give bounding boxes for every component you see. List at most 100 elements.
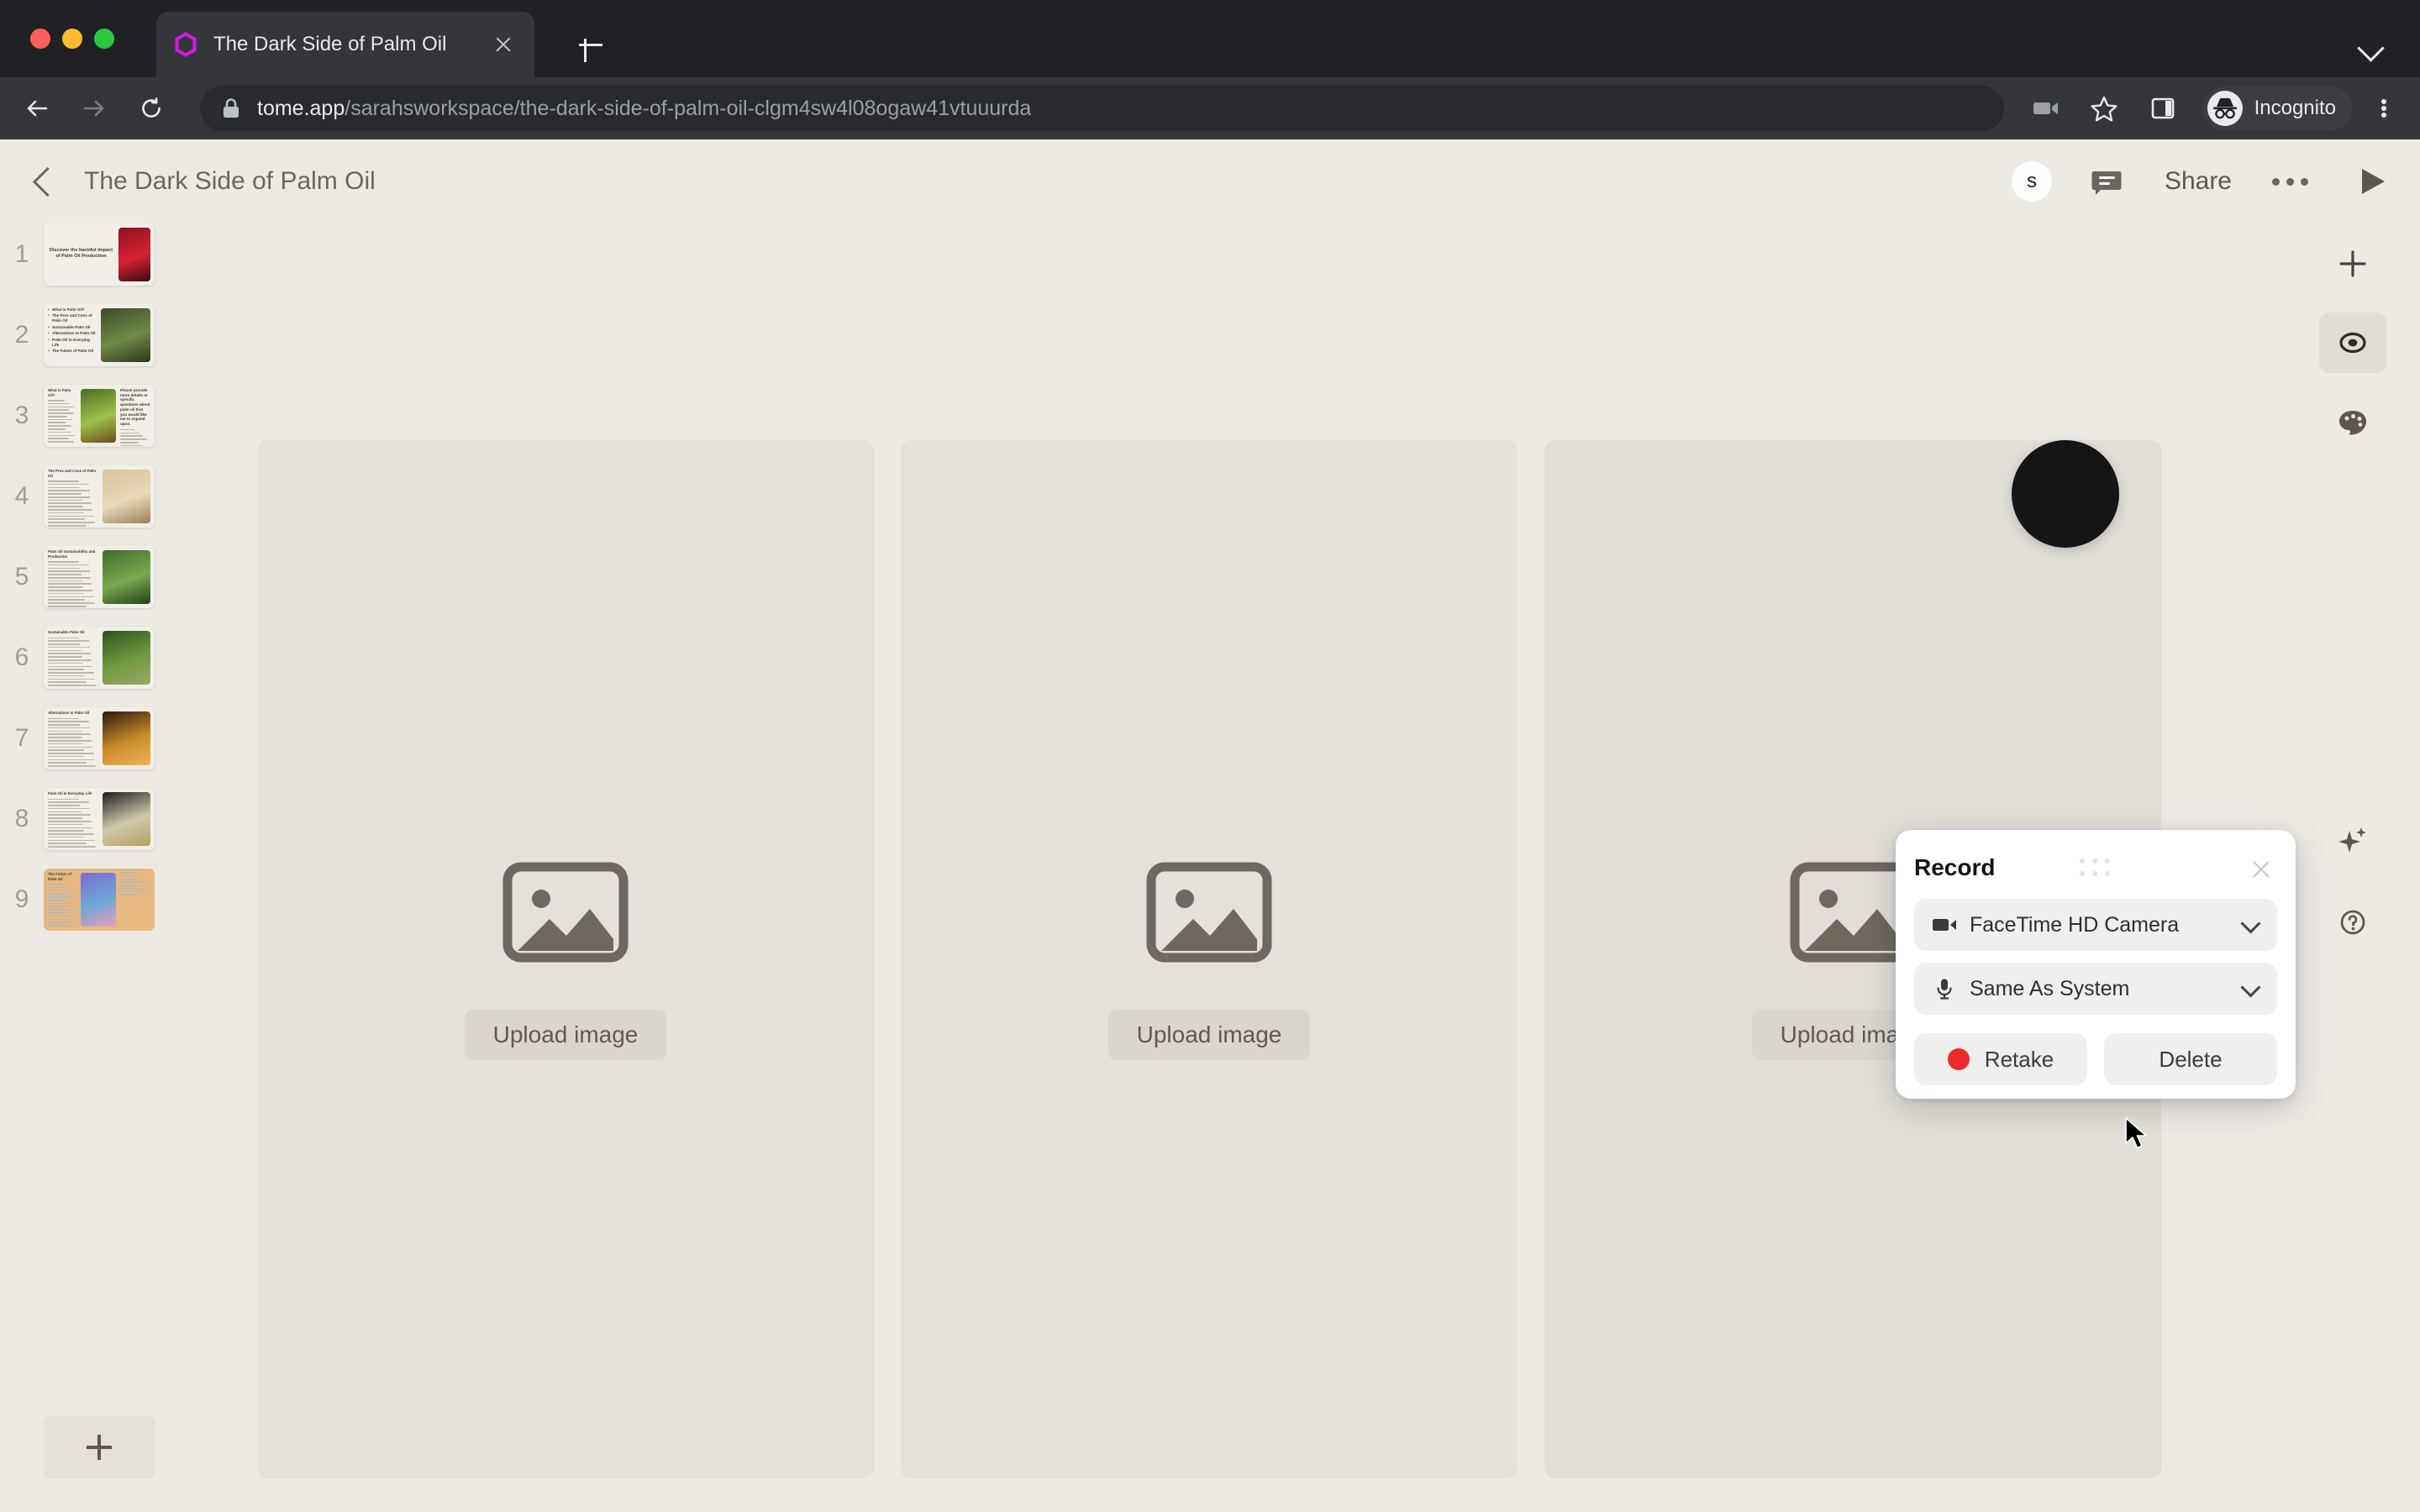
slide-number: 7 (14, 724, 29, 752)
side-panel-icon[interactable] (2144, 89, 2182, 128)
close-icon[interactable] (489, 30, 518, 59)
star-icon[interactable] (2085, 89, 2123, 128)
retake-button[interactable]: Retake (1914, 1033, 2087, 1085)
thumb-text: The Pros and Cons of Palm Oil (44, 465, 103, 528)
plus-icon[interactable] (2319, 234, 2386, 294)
thumb-text: Alternatives to Palm Oil (44, 707, 103, 769)
tab-strip: The Dark Side of Palm Oil (0, 0, 2420, 77)
slide-filmstrip[interactable]: 1 Discover the harmful impact of Palm Oil… (0, 223, 185, 1512)
video-recording-bubble[interactable] (2012, 440, 2119, 548)
slide-number: 2 (14, 321, 29, 349)
comment-icon[interactable] (2087, 162, 2126, 201)
slide-number: 9 (14, 885, 29, 913)
drag-handle-icon[interactable] (2080, 858, 2112, 878)
thumb-text-left: The Future of Palm Oil (44, 869, 81, 931)
chevron-down-icon[interactable] (2353, 27, 2388, 62)
audio-select-value: Same As System (1970, 976, 2130, 1000)
slide-thumbnail[interactable]: Palm Oil in Everyday Life (44, 788, 155, 850)
thumb-image (103, 711, 150, 765)
slide-number: 4 (14, 482, 29, 510)
image-panel[interactable]: Upload image (257, 440, 874, 1478)
kebab-menu-icon[interactable] (2366, 91, 2402, 126)
audio-select[interactable]: Same As System (1914, 963, 2277, 1015)
thumb-image (81, 873, 116, 927)
filmstrip-slide-5[interactable]: 5 Palm Oil Sustainability and Production (0, 546, 185, 608)
share-button[interactable]: Share (2165, 167, 2232, 196)
address-bar-url: tome.app/sarahsworkspace/the-dark-side-o… (257, 97, 1031, 121)
address-bar[interactable]: tome.app/sarahsworkspace/the-dark-side-o… (200, 86, 2004, 131)
thumb-text-right (116, 869, 155, 931)
delete-button-label: Delete (2159, 1046, 2223, 1072)
help-circle-icon[interactable] (2319, 892, 2386, 953)
thumb-text-left: What is Palm Oil? (44, 385, 81, 447)
thumb-image (118, 228, 150, 281)
close-window-button[interactable] (30, 29, 50, 49)
thumb-title: Discover the harmful impact of Palm Oil … (49, 247, 113, 259)
more-dots-icon[interactable] (2272, 169, 2314, 194)
incognito-icon (2207, 91, 2243, 126)
delete-button[interactable]: Delete (2104, 1033, 2277, 1085)
slide-thumbnail[interactable]: What is Palm Oil?The Pros and Cons of Pa… (44, 304, 155, 366)
url-host: tome.app (257, 96, 345, 120)
thumb-text: Palm Oil Sustainability and Production (44, 546, 103, 608)
arrow-right-icon[interactable] (72, 87, 116, 130)
filmstrip-slide-8[interactable]: 8 Palm Oil in Everyday Life (0, 788, 185, 850)
chevron-left-icon[interactable] (20, 159, 66, 204)
slide-thumbnail[interactable]: What is Palm Oil? Please provide more det… (44, 385, 155, 447)
browser-toolbar: tome.app/sarahsworkspace/the-dark-side-o… (0, 77, 2420, 139)
upload-image-button[interactable]: Upload image (1107, 1010, 1311, 1060)
close-icon[interactable] (2245, 853, 2277, 885)
filmstrip-slide-2[interactable]: 2 What is Palm Oil?The Pros and Cons of P… (0, 304, 185, 366)
video-camera-icon[interactable] (2026, 89, 2065, 128)
slide-number: 8 (14, 805, 29, 832)
minimize-window-button[interactable] (62, 29, 82, 49)
slide-thumbnail[interactable]: Alternatives to Palm Oil (44, 707, 155, 769)
thumb-text-right: Please provide more details or specific … (116, 385, 155, 447)
thumb-image (103, 550, 150, 604)
slide-number: 6 (14, 643, 29, 671)
filmstrip-slide-4[interactable]: 4 The Pros and Cons of Palm Oil (0, 465, 185, 528)
lock-icon (222, 97, 240, 119)
slide-thumbnail[interactable]: Palm Oil Sustainability and Production (44, 546, 155, 608)
record-target-icon[interactable] (2319, 312, 2386, 373)
slide-thumbnail[interactable]: The Future of Palm Oil (44, 869, 155, 931)
play-icon[interactable] (2354, 164, 2390, 199)
image-placeholder-icon (502, 858, 629, 966)
record-dialog-actions: Retake Delete (1914, 1033, 2277, 1085)
profile-incognito-button[interactable]: Incognito (2202, 87, 2353, 130)
slide-thumbnail[interactable]: Discover the harmful impact of Palm Oil … (44, 223, 155, 286)
image-panel[interactable]: Upload image (901, 440, 1518, 1478)
slide-thumbnail[interactable]: Sustainable Palm Oil (44, 627, 155, 689)
filmstrip-slide-1[interactable]: 1 Discover the harmful impact of Palm Oil… (0, 223, 185, 286)
arrow-left-icon[interactable] (15, 87, 59, 130)
record-dialog-title: Record (1914, 854, 1996, 880)
tome-app: The Dark Side of Palm Oil s Share 1 Disc… (0, 139, 2420, 1512)
camera-select[interactable]: FaceTime HD Camera (1914, 899, 2277, 951)
browser-tab[interactable]: The Dark Side of Palm Oil (156, 12, 534, 77)
microphone-icon (1931, 977, 1958, 1000)
reload-icon[interactable] (129, 87, 173, 130)
chevron-down-icon (2242, 979, 2260, 998)
browser-window: The Dark Side of Palm Oil tome.app/sarah… (0, 0, 2420, 1512)
filmstrip-slide-6[interactable]: 6 Sustainable Palm Oil (0, 627, 185, 689)
avatar[interactable]: s (2011, 161, 2052, 202)
thumb-image (103, 792, 150, 846)
sparkle-icon[interactable] (2319, 810, 2386, 870)
upload-image-button[interactable]: Upload image (464, 1010, 667, 1060)
thumb-image (101, 308, 150, 362)
palette-icon[interactable] (2319, 391, 2386, 452)
filmstrip-slide-7[interactable]: 7 Alternatives to Palm Oil (0, 707, 185, 769)
image-panels: Upload image Upload image Upload image (257, 440, 2161, 1478)
slide-thumbnail[interactable]: The Pros and Cons of Palm Oil (44, 465, 155, 528)
chevron-down-icon (2242, 916, 2260, 934)
url-path: /sarahsworkspace/the-dark-side-of-palm-o… (345, 96, 1032, 120)
record-dialog-header: Record (1914, 848, 2277, 887)
maximize-window-button[interactable] (94, 29, 114, 49)
app-header-actions: s Share (2011, 161, 2420, 202)
record-dialog: Record FaceTime HD Camera Same As System… (1896, 830, 2296, 1099)
filmstrip-slide-3[interactable]: 3 What is Palm Oil? Please provide more de… (0, 385, 185, 447)
slide-number: 1 (14, 240, 29, 268)
new-tab-button[interactable] (573, 27, 608, 62)
filmstrip-slide-9[interactable]: 9 The Future of Palm Oil (0, 869, 185, 931)
add-slide-button[interactable] (44, 1416, 155, 1478)
